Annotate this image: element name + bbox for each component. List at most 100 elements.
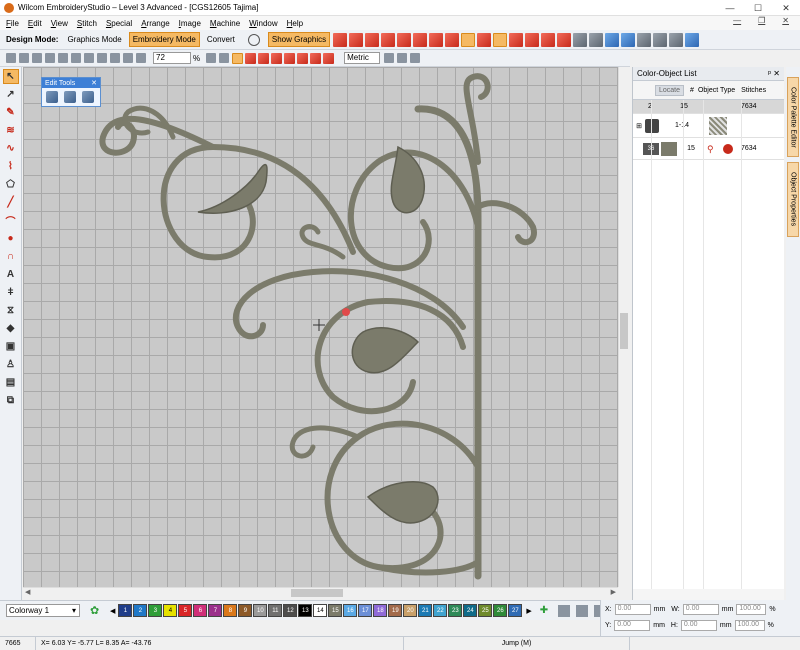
width-percent-field[interactable]: 100.00	[736, 603, 767, 615]
graphics-mode-button[interactable]: Graphics Mode	[63, 32, 125, 47]
scroll-right-icon[interactable]: ▶	[611, 588, 616, 596]
scroll-right-arrow-icon[interactable]: ▶	[526, 607, 531, 615]
team-names-icon[interactable]: ǂ	[3, 285, 19, 300]
colorway-select[interactable]: Colorway 1 ▾	[6, 604, 80, 617]
height-percent-field[interactable]: 100.00	[734, 619, 765, 631]
color-swatch[interactable]: 23	[448, 604, 463, 617]
menu-window[interactable]: Window	[249, 19, 277, 28]
color-swatch[interactable]: 16	[343, 604, 358, 617]
menu-arrange[interactable]: Arrange	[141, 19, 169, 28]
vertical-scrollbar[interactable]	[618, 67, 628, 587]
color-swatch[interactable]: 3	[148, 604, 163, 617]
color-swatch[interactable]: 12	[283, 604, 298, 617]
menu-stitch[interactable]: Stitch	[77, 19, 97, 28]
edit-tools-close-button[interactable]: ✕	[91, 79, 97, 87]
triple-run-icon[interactable]	[397, 32, 412, 47]
expand-icon[interactable]: ⊞	[633, 122, 645, 130]
palette-icon[interactable]: ✿	[90, 604, 104, 618]
satin-type-icon[interactable]	[271, 52, 283, 64]
show-all-icon[interactable]	[621, 32, 636, 47]
satin-tool-icon[interactable]: ≋	[3, 123, 19, 138]
color-swatch[interactable]: 24	[463, 604, 478, 617]
open-icon[interactable]	[19, 53, 29, 63]
redo-icon[interactable]	[110, 53, 120, 63]
scroll-left-arrow-icon[interactable]: ◀	[110, 607, 115, 615]
doc-restore-button[interactable]: ❐	[758, 16, 765, 25]
ruler-icon[interactable]	[685, 32, 700, 47]
print-icon[interactable]	[45, 53, 55, 63]
measure-icon[interactable]	[653, 32, 668, 47]
color-swatch[interactable]: 22	[433, 604, 448, 617]
color-swatch[interactable]: 19	[388, 604, 403, 617]
arc-icon[interactable]: ⌒	[3, 213, 19, 228]
horizontal-scrollbar[interactable]: ◀ ▶	[23, 587, 618, 598]
hatch-icon[interactable]: ▤	[3, 375, 19, 390]
menu-machine[interactable]: Machine	[210, 19, 240, 28]
person-icon[interactable]: ♙	[3, 357, 19, 372]
menu-edit[interactable]: Edit	[28, 19, 42, 28]
locate-button[interactable]: Locate	[655, 85, 685, 96]
run-tool-icon[interactable]: ⌇	[3, 159, 19, 174]
tatami-icon[interactable]	[365, 32, 380, 47]
grid-icon[interactable]	[605, 32, 620, 47]
color-swatch[interactable]: 21	[418, 604, 433, 617]
color-swatch[interactable]: 11	[268, 604, 283, 617]
lettering-icon[interactable]	[557, 32, 572, 47]
column-icon[interactable]: ∿	[3, 141, 19, 156]
color-swatch[interactable]: 7	[208, 604, 223, 617]
applique-icon[interactable]	[525, 32, 540, 47]
list-item[interactable]: ⊞ 1-14	[633, 114, 784, 138]
paste-icon[interactable]	[84, 53, 94, 63]
stitch-type-icon[interactable]	[333, 32, 348, 47]
scroll-left-icon[interactable]: ◀	[25, 588, 30, 596]
color-swatch[interactable]: 6	[193, 604, 208, 617]
convert-button[interactable]: Convert	[203, 32, 239, 47]
knife-icon[interactable]	[46, 91, 58, 103]
width-field[interactable]: 0.00	[682, 603, 719, 615]
reshape-icon[interactable]	[206, 53, 217, 63]
color-swatch[interactable]: 14	[313, 604, 328, 617]
panel-controls[interactable]: ᵖ ✕	[768, 69, 780, 78]
shape-icon[interactable]: ⬠	[3, 177, 19, 192]
color-swatch[interactable]: 20	[403, 604, 418, 617]
object-icon[interactable]	[397, 53, 408, 63]
hoop-tool-icon[interactable]	[575, 604, 588, 617]
maximize-button[interactable]: ☐	[744, 0, 772, 16]
motif-icon[interactable]	[493, 32, 508, 47]
menu-special[interactable]: Special	[106, 19, 132, 28]
menu-image[interactable]: Image	[179, 19, 201, 28]
embroidery-mode-button[interactable]: Embroidery Mode	[128, 32, 200, 47]
vertical-scroll-thumb[interactable]	[620, 313, 628, 349]
x-field[interactable]: 0.00	[614, 603, 651, 615]
border-icon[interactable]	[245, 52, 257, 64]
trim-icon[interactable]	[297, 52, 309, 64]
new-icon[interactable]	[6, 53, 16, 63]
list-item[interactable]: 2 15 7634	[633, 100, 784, 114]
pattern-icon[interactable]	[509, 32, 524, 47]
doc-minimize-button[interactable]: —	[733, 16, 741, 25]
thread-icon[interactable]	[557, 604, 570, 617]
color-swatch[interactable]: 15	[328, 604, 343, 617]
color-swatch[interactable]: 5	[178, 604, 193, 617]
zoom-icon[interactable]	[637, 32, 652, 47]
auto-start-icon[interactable]	[232, 52, 244, 64]
y-field[interactable]: 0.00	[614, 619, 651, 631]
object-list[interactable]: 2 15 7634 ⊞ 1-14 36 15 ⚲ 7634	[633, 99, 784, 589]
minimize-button[interactable]: —	[716, 0, 744, 16]
close-button[interactable]: ✕	[772, 0, 800, 16]
reshape-tool-icon[interactable]: ↗	[3, 87, 19, 102]
stitch-angle-icon[interactable]	[219, 53, 230, 63]
doc-close-button[interactable]: ✕	[782, 16, 789, 25]
circle-icon[interactable]: ●	[3, 231, 19, 246]
color-swatch[interactable]: 4	[163, 604, 178, 617]
tab-color-palette-editor[interactable]: Color Palette Editor	[787, 77, 799, 157]
color-swatch[interactable]: 10	[253, 604, 268, 617]
monogram-icon[interactable]: ⧖	[3, 303, 19, 318]
stemstitch-icon[interactable]	[429, 32, 444, 47]
pen-icon[interactable]	[64, 91, 76, 103]
color-icon[interactable]	[384, 53, 395, 63]
horizontal-scroll-thumb[interactable]	[291, 589, 343, 597]
globe-icon[interactable]	[247, 33, 260, 46]
color-swatch[interactable]: 9	[238, 604, 253, 617]
color-swatch[interactable]: 26	[493, 604, 508, 617]
